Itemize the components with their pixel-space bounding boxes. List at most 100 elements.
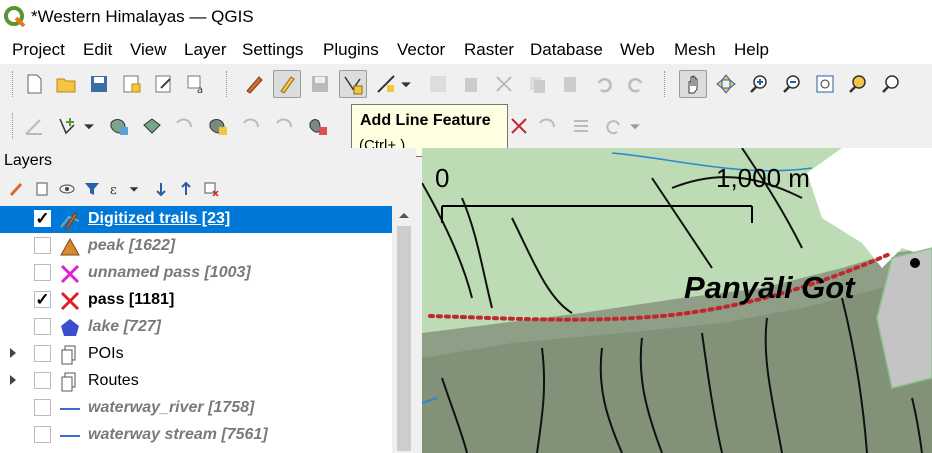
merge-attributes-icon[interactable] xyxy=(304,112,332,140)
style-manager-icon[interactable]: a xyxy=(182,70,210,98)
menu-plugins[interactable]: Plugins xyxy=(323,40,379,60)
layer-row-pass[interactable]: ✓ pass [1181] xyxy=(0,287,392,314)
layer-name: unnamed pass [1003] xyxy=(88,264,251,281)
menu-vector[interactable]: Vector xyxy=(397,40,445,60)
zoom-full-icon[interactable] xyxy=(811,70,839,98)
layer-row-lake[interactable]: lake [727] xyxy=(0,314,392,341)
menu-project[interactable]: Project xyxy=(12,40,65,60)
new-print-layout-icon[interactable] xyxy=(118,70,146,98)
layer-row-unnamed-pass[interactable]: unnamed pass [1003] xyxy=(0,260,392,287)
layer-checkbox[interactable]: ✓ xyxy=(34,210,51,227)
expand-arrow-icon[interactable] xyxy=(10,348,16,358)
red-x-icon xyxy=(60,291,80,311)
dropdown-arrow-icon[interactable] xyxy=(127,178,141,200)
layer-tree-scrollbar[interactable] xyxy=(393,206,415,453)
current-edits-icon[interactable] xyxy=(240,70,268,98)
layer-name: waterway_river [1758] xyxy=(88,399,255,416)
layer-row-peak[interactable]: peak [1622] xyxy=(0,233,392,260)
layer-checkbox[interactable] xyxy=(34,372,51,389)
delete-part-icon[interactable] xyxy=(505,112,533,140)
layer-checkbox[interactable] xyxy=(34,318,51,335)
menu-edit[interactable]: Edit xyxy=(83,40,112,60)
layer-checkbox[interactable] xyxy=(34,399,51,416)
magenta-x-icon xyxy=(60,264,80,284)
blue-line-icon xyxy=(60,408,80,410)
remove-layer-icon[interactable] xyxy=(200,178,222,200)
svg-text:ε: ε xyxy=(110,183,117,197)
zoom-to-selection-icon[interactable] xyxy=(844,70,872,98)
layer-name: Digitized trails [23] xyxy=(88,210,231,227)
expand-arrow-icon[interactable] xyxy=(10,375,16,385)
scroll-up-icon[interactable] xyxy=(393,206,415,224)
pan-to-selection-icon[interactable] xyxy=(712,70,740,98)
offset-curve-icon[interactable] xyxy=(138,112,166,140)
menu-database[interactable]: Database xyxy=(530,40,603,60)
zoom-out-icon[interactable] xyxy=(778,70,806,98)
menu-view[interactable]: View xyxy=(130,40,167,60)
add-ring-icon[interactable] xyxy=(53,112,81,140)
digitize-with-segment-icon[interactable] xyxy=(372,70,400,98)
layout-manager-icon[interactable] xyxy=(150,70,178,98)
layer-checkbox[interactable] xyxy=(34,426,51,443)
open-styling-icon[interactable] xyxy=(6,178,28,200)
simplify-icon[interactable] xyxy=(567,112,595,140)
menu-web[interactable]: Web xyxy=(620,40,655,60)
layer-group-pois[interactable]: POIs xyxy=(0,341,392,368)
menu-raster[interactable]: Raster xyxy=(464,40,514,60)
merge-features-icon[interactable] xyxy=(271,112,299,140)
filter-legend-icon[interactable] xyxy=(81,178,103,200)
filter-expression-icon[interactable]: ε xyxy=(106,178,128,200)
dropdown-arrow-icon[interactable] xyxy=(397,70,415,98)
add-line-feature-icon[interactable] xyxy=(339,70,367,98)
redo-icon[interactable] xyxy=(622,70,650,98)
scalebar-end-label: 1,000 m xyxy=(716,163,810,193)
menu-help[interactable]: Help xyxy=(734,40,769,60)
zoom-to-layer-icon[interactable] xyxy=(877,70,905,98)
delete-selected-icon[interactable] xyxy=(457,70,485,98)
dropdown-arrow-icon[interactable] xyxy=(80,112,98,140)
add-group-icon[interactable] xyxy=(31,178,53,200)
layer-name: Routes xyxy=(88,372,139,389)
layers-panel-title: Layers xyxy=(4,152,53,169)
layer-checkbox[interactable] xyxy=(34,237,51,254)
new-project-icon[interactable] xyxy=(20,70,48,98)
scrollbar-thumb[interactable] xyxy=(397,226,411,451)
menu-bar: Project Edit View Layer Settings Plugins… xyxy=(0,36,932,64)
layer-tree: ✓ Digitized trails [23] peak [1622] unna… xyxy=(0,206,392,453)
main-toolbar: a xyxy=(0,64,932,104)
menu-settings[interactable]: Settings xyxy=(242,40,303,60)
dropdown-arrow-icon[interactable] xyxy=(626,112,644,140)
pan-map-icon[interactable] xyxy=(679,70,707,98)
copy-features-icon[interactable] xyxy=(523,70,551,98)
split-parts-icon[interactable] xyxy=(238,112,266,140)
zoom-in-icon[interactable] xyxy=(745,70,773,98)
layer-checkbox[interactable] xyxy=(34,345,51,362)
save-project-icon[interactable] xyxy=(85,70,113,98)
layer-checkbox[interactable]: ✓ xyxy=(34,291,51,308)
reverse-line-icon[interactable] xyxy=(171,112,199,140)
menu-layer[interactable]: Layer xyxy=(184,40,227,60)
layer-row-waterway-river[interactable]: waterway_river [1758] xyxy=(0,395,392,422)
vertex-tool-icon[interactable] xyxy=(424,70,452,98)
save-edits-icon[interactable] xyxy=(306,70,334,98)
toggle-editing-icon[interactable] xyxy=(273,70,301,98)
undo-icon[interactable] xyxy=(590,70,618,98)
cut-features-icon[interactable] xyxy=(490,70,518,98)
split-features-icon[interactable] xyxy=(204,112,232,140)
map-canvas[interactable]: 0 1,000 m Panyāli Got xyxy=(422,148,932,453)
expand-all-icon[interactable] xyxy=(150,178,172,200)
paste-features-icon[interactable] xyxy=(556,70,584,98)
fill-ring-icon[interactable] xyxy=(534,112,562,140)
collapse-all-icon[interactable] xyxy=(175,178,197,200)
map-rendering xyxy=(422,148,932,453)
layer-group-routes[interactable]: Routes xyxy=(0,368,392,395)
reshape-icon[interactable] xyxy=(105,112,133,140)
rotate-feature-icon[interactable] xyxy=(600,112,628,140)
menu-mesh[interactable]: Mesh xyxy=(674,40,716,60)
manage-themes-icon[interactable] xyxy=(56,178,78,200)
open-project-icon[interactable] xyxy=(52,70,80,98)
layer-row-digitized-trails[interactable]: ✓ Digitized trails [23] xyxy=(0,206,392,233)
layer-row-waterway-stream[interactable]: waterway stream [7561] xyxy=(0,422,392,449)
layer-checkbox[interactable] xyxy=(34,264,51,281)
measure-angle-icon[interactable] xyxy=(20,112,48,140)
